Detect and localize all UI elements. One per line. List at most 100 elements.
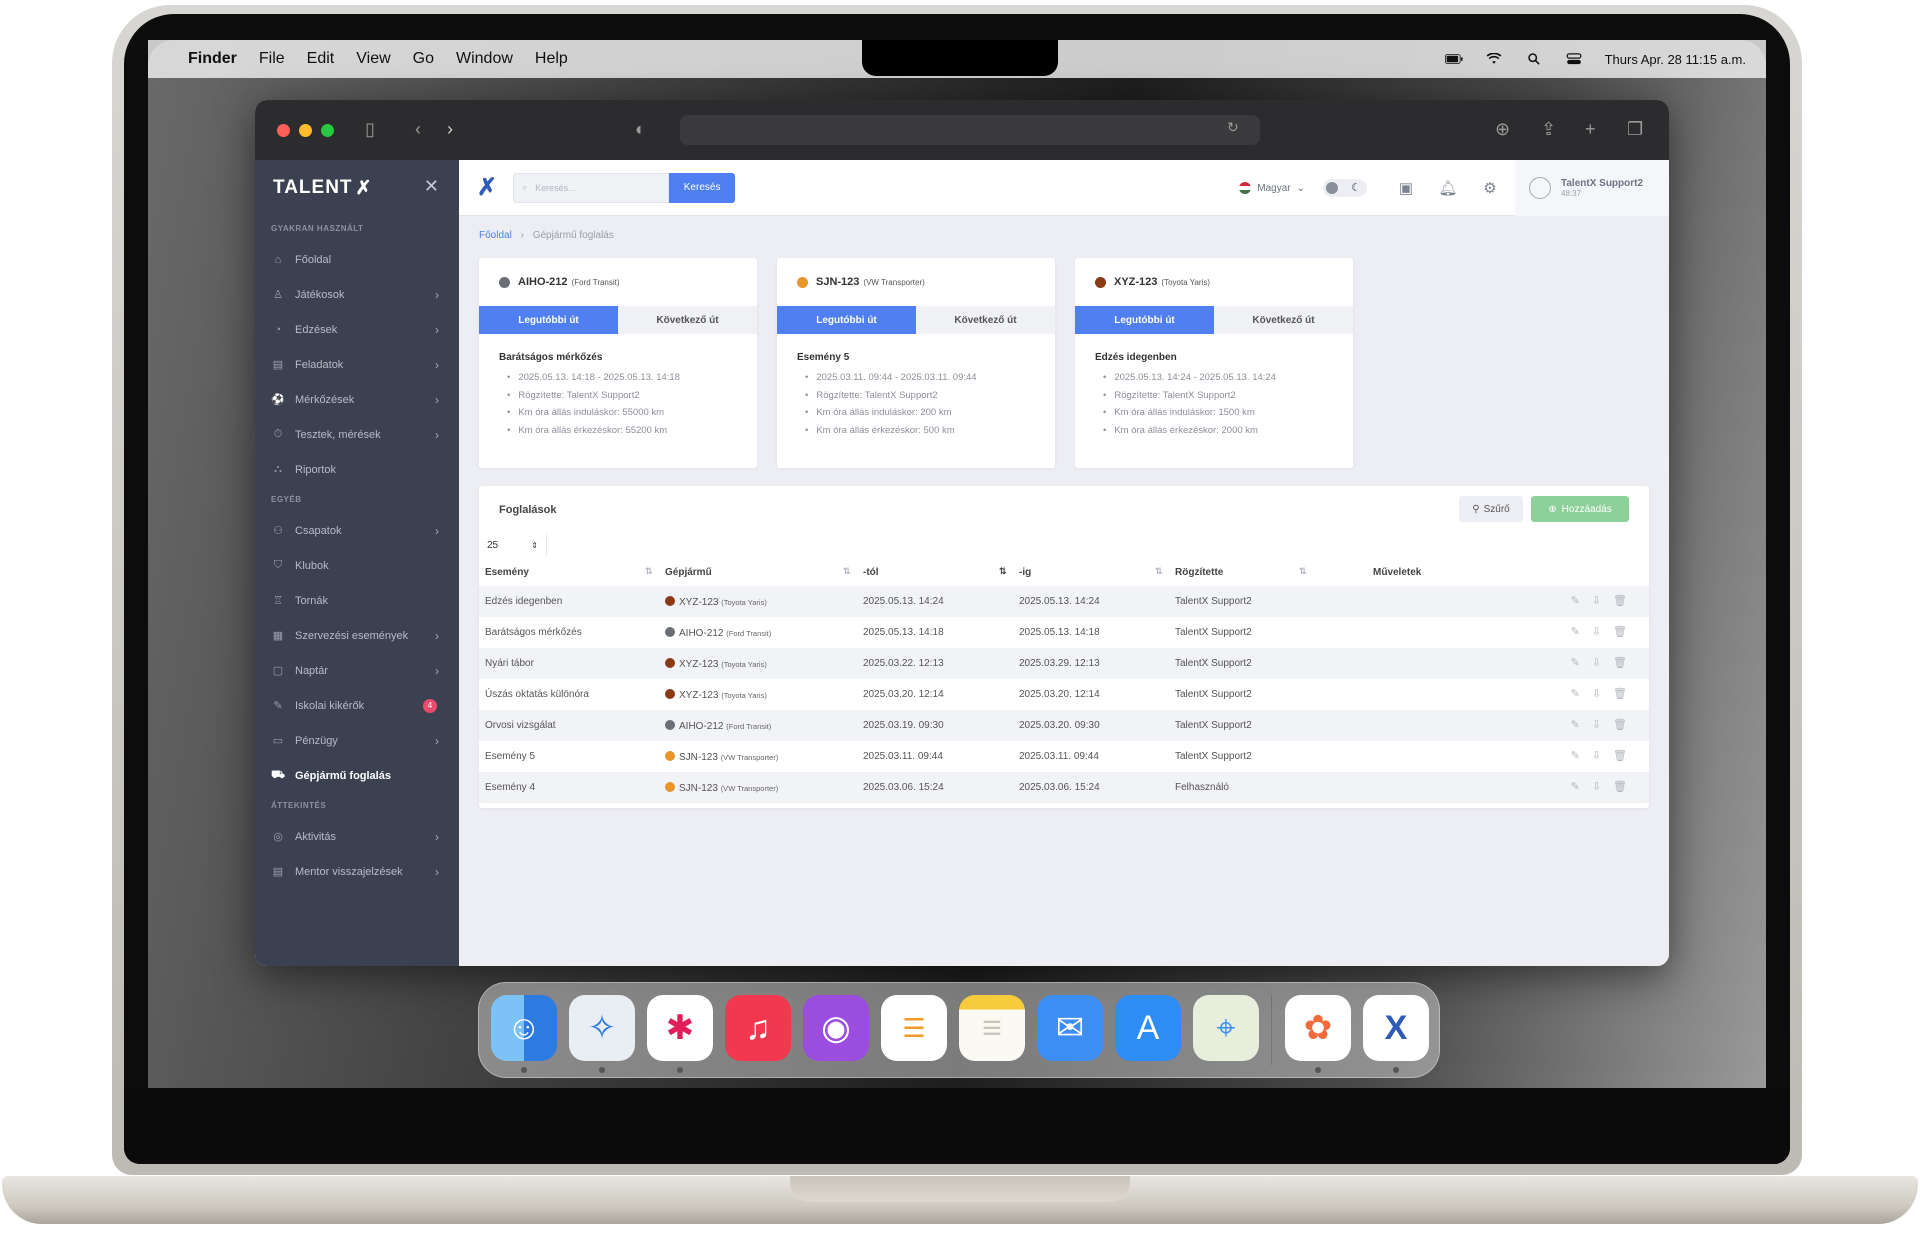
sort-icon[interactable]: ⇅ [1155, 566, 1163, 577]
edit-icon[interactable]: ✎ [1571, 625, 1580, 638]
download-icon[interactable]: ⇩ [1592, 749, 1601, 762]
menu-go[interactable]: Go [413, 50, 434, 68]
menu-view[interactable]: View [356, 50, 390, 68]
table-row[interactable]: Orvosi vizsgálat AIHO-212 (Ford Transit)… [479, 710, 1649, 741]
menu-help[interactable]: Help [535, 50, 568, 68]
column-header-from[interactable]: -tól [863, 567, 879, 578]
control-center-icon[interactable] [1565, 53, 1583, 65]
tab-next-trip[interactable]: Következő út [618, 306, 757, 334]
podcasts-icon[interactable]: ◉ [803, 995, 869, 1061]
menu-file[interactable]: File [259, 50, 285, 68]
zoom-window-button[interactable] [321, 123, 334, 137]
language-selector[interactable]: Magyar ⌄ [1239, 182, 1305, 194]
trash-icon[interactable]: 🗑︎ [1613, 780, 1627, 793]
sidebar-item-tournaments[interactable]: ♖ Tornák [255, 583, 459, 618]
sidebar-item-tasks[interactable]: ▤ Feladatok › [255, 347, 459, 382]
table-row[interactable]: Edzés idegenben XYZ-123 (Toyota Yaris) 2… [479, 586, 1649, 617]
back-icon[interactable]: ‹ [415, 119, 421, 140]
column-header-vehicle[interactable]: Gépjármű [665, 567, 712, 578]
column-header-event[interactable]: Esemény [485, 567, 529, 578]
sidebar-item-vehicle-booking[interactable]: ⛟ Gépjármű foglalás [255, 758, 459, 793]
edit-icon[interactable]: ✎ [1571, 749, 1580, 762]
edit-icon[interactable]: ✎ [1571, 594, 1580, 607]
sidebar-item-tests[interactable]: ⏱ Tesztek, mérések › [255, 417, 459, 452]
sidebar-item-matches[interactable]: ⚽ Mérkőzések › [255, 382, 459, 417]
settings-gear-icon[interactable]: ⚙ [1473, 179, 1507, 197]
bell-icon[interactable]: 🔔︎ [1431, 179, 1465, 197]
table-row[interactable]: Nyári tábor XYZ-123 (Toyota Yaris) 2025.… [479, 648, 1649, 679]
battery-icon[interactable] [1444, 53, 1463, 65]
reminders-icon[interactable]: ☰ [881, 995, 947, 1061]
edit-icon[interactable]: ✎ [1571, 718, 1580, 731]
sort-icon[interactable]: ⇅ [1299, 566, 1307, 577]
minimize-window-button[interactable] [299, 123, 312, 137]
sidebar-item-finance[interactable]: ▭ Pénzügy › [255, 723, 459, 758]
photos-icon[interactable]: ✿ [1285, 995, 1351, 1061]
tab-last-trip[interactable]: Legutóbbi út [1075, 306, 1214, 334]
column-header-recorded-by[interactable]: Rögzítette [1175, 567, 1223, 578]
download-icon[interactable]: ⇩ [1592, 780, 1601, 793]
privacy-shield-icon[interactable]: ◐ [635, 119, 646, 140]
add-button[interactable]: ⊕ Hozzáadás [1531, 496, 1629, 522]
talentx-icon[interactable]: X [1363, 995, 1429, 1061]
talentx-mark-icon[interactable]: ✗ [477, 173, 497, 202]
mail-icon[interactable]: ✉ [1037, 995, 1103, 1061]
sidebar-toggle-icon[interactable]: ▯ [365, 119, 375, 140]
sidebar-item-mentor-feedback[interactable]: ▤ Mentor visszajelzések › [255, 854, 459, 889]
sidebar-item-trainings[interactable]: ◔ Edzések › [255, 312, 459, 347]
tab-last-trip[interactable]: Legutóbbi út [777, 306, 916, 334]
edit-icon[interactable]: ✎ [1571, 656, 1580, 669]
sort-icon[interactable]: ⇅ [645, 566, 653, 577]
reload-icon[interactable]: ↻ [1227, 119, 1239, 136]
search-input[interactable]: ⌕ Keresés... [513, 172, 670, 203]
address-bar[interactable] [680, 115, 1260, 145]
table-row[interactable]: Barátságos mérkőzés AIHO-212 (Ford Trans… [479, 617, 1649, 648]
close-window-button[interactable] [277, 123, 290, 137]
sidebar-item-school-requests[interactable]: ✎ Iskolai kikérők 4 [255, 688, 459, 723]
maps-icon[interactable]: ⌖ [1193, 995, 1259, 1061]
sidebar-item-calendar[interactable]: ▢ Naptár › [255, 653, 459, 688]
trash-icon[interactable]: 🗑︎ [1613, 625, 1627, 638]
tab-next-trip[interactable]: Következő út [1214, 306, 1353, 334]
theme-toggle[interactable]: ☾ [1323, 179, 1367, 197]
download-icon[interactable]: ⇩ [1592, 625, 1601, 638]
download-icon[interactable]: ⇩ [1592, 718, 1601, 731]
slack-icon[interactable]: ✱ [647, 995, 713, 1061]
trash-icon[interactable]: 🗑︎ [1613, 656, 1627, 669]
table-row[interactable]: Esemény 5 SJN-123 (VW Transporter) 2025.… [479, 741, 1649, 772]
music-icon[interactable]: ♫ [725, 995, 791, 1061]
menu-finder[interactable]: Finder [188, 50, 237, 68]
sort-icon[interactable]: ⇅ [843, 566, 851, 577]
trash-icon[interactable]: 🗑︎ [1613, 594, 1627, 607]
trash-icon[interactable]: 🗑︎ [1613, 718, 1627, 731]
edit-icon[interactable]: ✎ [1571, 780, 1580, 793]
menu-window[interactable]: Window [456, 50, 513, 68]
new-tab-icon[interactable]: + [1585, 119, 1596, 140]
trash-icon[interactable]: 🗑︎ [1613, 687, 1627, 700]
wifi-icon[interactable] [1485, 53, 1503, 65]
tab-overview-icon[interactable]: ❐ [1627, 119, 1643, 140]
sidebar-item-home[interactable]: ⌂ Főoldal [255, 242, 459, 277]
menubar-clock[interactable]: Thurs Apr. 28 11:15 a.m. [1605, 52, 1746, 67]
downloads-icon[interactable]: ⊕ [1495, 119, 1510, 140]
user-menu[interactable]: TalentX Support2 48:37 [1515, 160, 1669, 216]
page-size-select[interactable]: 25 ⇕ [479, 534, 547, 556]
filter-button[interactable]: ⚲ Szűrő [1459, 496, 1523, 522]
table-row[interactable]: Esemény 4 SJN-123 (VW Transporter) 2025.… [479, 772, 1649, 803]
sort-desc-icon[interactable]: ⇅ [999, 566, 1007, 577]
trash-icon[interactable]: 🗑︎ [1613, 749, 1627, 762]
sidebar-item-teams[interactable]: ⚇ Csapatok › [255, 513, 459, 548]
share-icon[interactable]: ⇪ [1541, 119, 1556, 140]
search-button[interactable]: Keresés [669, 172, 736, 203]
column-header-to[interactable]: -ig [1019, 567, 1031, 578]
breadcrumb-home-link[interactable]: Főoldal [479, 230, 512, 241]
sidebar-item-reports[interactable]: ⛬ Riportok [255, 452, 459, 487]
table-row[interactable]: Úszás oktatás különóra XYZ-123 (Toyota Y… [479, 679, 1649, 710]
finder-icon[interactable]: ☺ [491, 995, 557, 1061]
safari-icon[interactable]: ✧ [569, 995, 635, 1061]
tab-last-trip[interactable]: Legutóbbi út [479, 306, 618, 334]
download-icon[interactable]: ⇩ [1592, 594, 1601, 607]
app-store-icon[interactable]: A [1115, 995, 1181, 1061]
sidebar-item-clubs[interactable]: ⛉ Klubok [255, 548, 459, 583]
menu-edit[interactable]: Edit [307, 50, 335, 68]
